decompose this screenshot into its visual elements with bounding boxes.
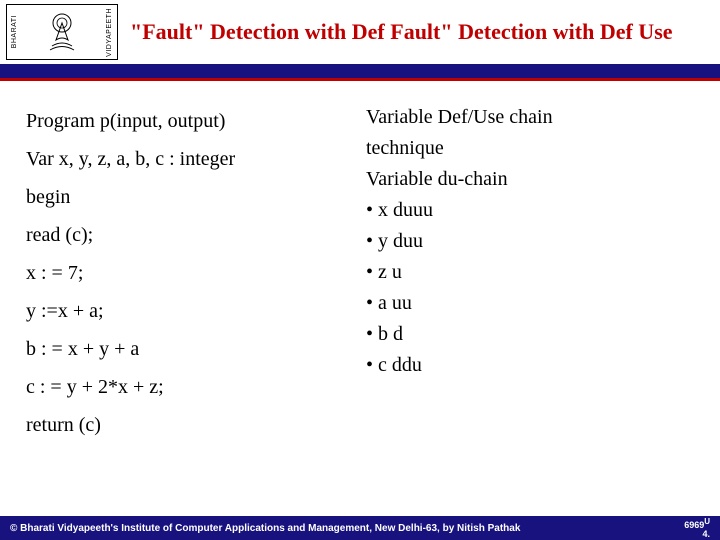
slide-content: Program p(input, output) Var x, y, z, a,…	[0, 78, 720, 444]
footer-copyright: © Bharati Vidyapeeth's Institute of Comp…	[10, 523, 520, 534]
du-item: • c ddu	[366, 350, 694, 381]
page-secondary: 4.	[702, 529, 710, 539]
program-listing: Program p(input, output) Var x, y, z, a,…	[26, 102, 360, 444]
du-item: • z u	[366, 257, 694, 288]
du-item: • b d	[366, 319, 694, 350]
logo-text-right: VIDYAPEETH	[106, 8, 113, 57]
code-line: b : = x + y + a	[26, 330, 360, 368]
du-item: • a uu	[366, 288, 694, 319]
code-line: Program p(input, output)	[26, 102, 360, 140]
logo-text-left: BHARATI	[11, 15, 18, 48]
page-sup: U	[704, 517, 710, 526]
code-line: y :=x + a;	[26, 292, 360, 330]
code-line: read (c);	[26, 216, 360, 254]
du-subheading: Variable du-chain	[366, 164, 694, 195]
code-line: Var x, y, z, a, b, c : integer	[26, 140, 360, 178]
du-chain-panel: Variable Def/Use chain technique Variabl…	[360, 102, 694, 444]
code-line: return (c)	[26, 406, 360, 444]
du-item: • x duuu	[366, 195, 694, 226]
slide-header: BHARATI VIDYAPEETH "Fault" Detection wit…	[0, 0, 720, 64]
footer-page-number: 6969U 4.	[684, 518, 710, 539]
code-line: c : = y + 2*x + z;	[26, 368, 360, 406]
code-line: x : = 7;	[26, 254, 360, 292]
code-line: begin	[26, 178, 360, 216]
header-ribbon	[0, 64, 720, 78]
du-heading-line: technique	[366, 133, 694, 164]
du-item: • y duu	[366, 226, 694, 257]
logo-emblem-icon	[42, 12, 82, 52]
page-primary: 6969	[684, 520, 704, 530]
du-heading-line: Variable Def/Use chain	[366, 102, 694, 133]
institution-logo: BHARATI VIDYAPEETH	[6, 4, 118, 60]
slide-footer: © Bharati Vidyapeeth's Institute of Comp…	[0, 516, 720, 540]
slide-title: "Fault" Detection with Def Fault" Detect…	[124, 19, 720, 45]
